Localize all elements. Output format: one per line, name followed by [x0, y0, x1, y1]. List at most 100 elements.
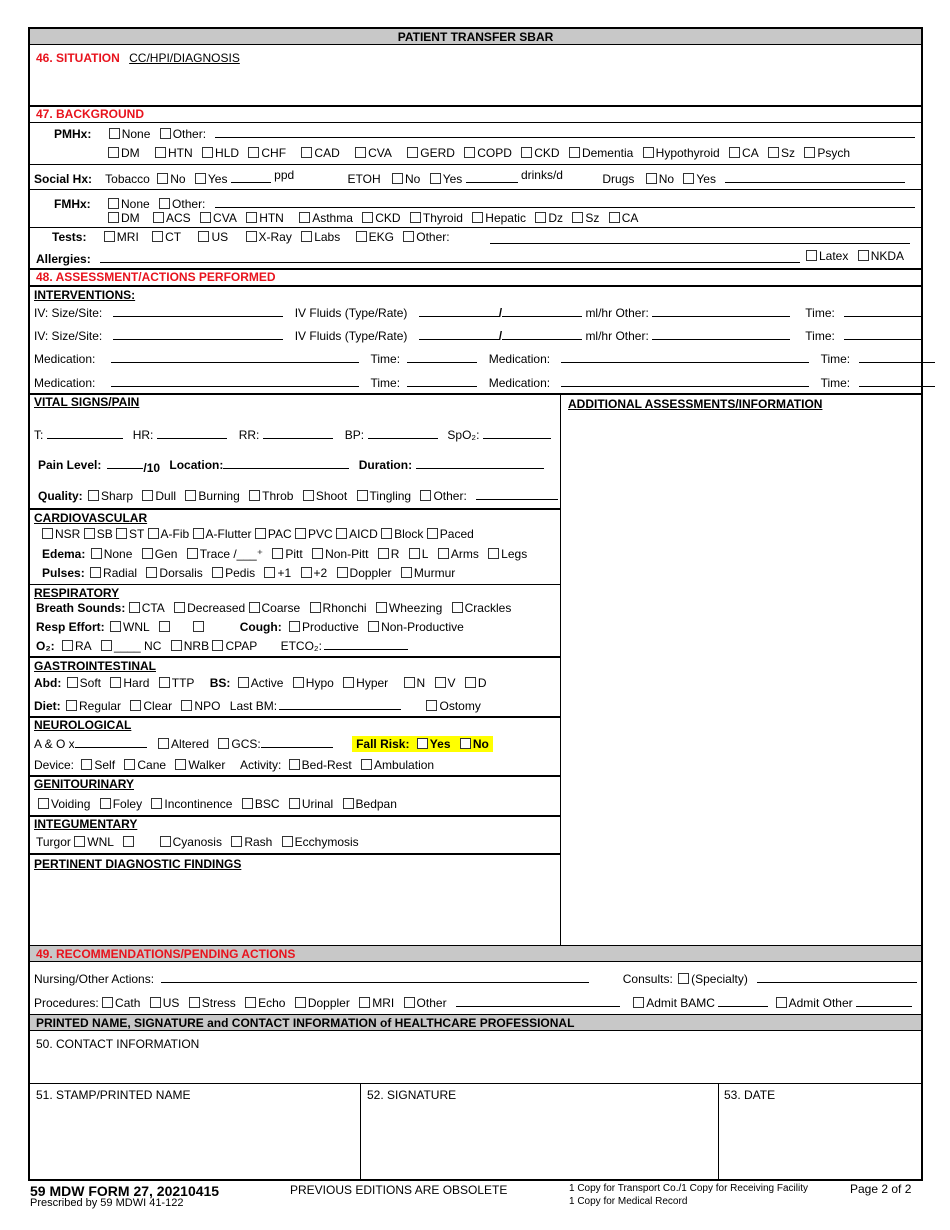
quality-other[interactable]: Other:: [420, 489, 467, 503]
integ-cyanosis[interactable]: Cyanosis: [159, 835, 222, 849]
checkbox[interactable]: [81, 759, 93, 770]
etoh-input[interactable]: [465, 171, 518, 183]
checkbox[interactable]: [200, 212, 212, 223]
breath-wheezing[interactable]: Wheezing: [375, 601, 442, 615]
tests-labs[interactable]: Labs: [301, 230, 340, 244]
checkbox[interactable]: [159, 836, 171, 847]
rhythm-st[interactable]: ST: [116, 527, 144, 541]
fmhx-sz[interactable]: Sz: [572, 211, 599, 225]
iv-time-input[interactable]: [844, 328, 923, 340]
bp-input[interactable]: [368, 427, 439, 439]
edema-arms[interactable]: Arms: [437, 547, 479, 561]
proc-mri[interactable]: MRI: [359, 996, 394, 1010]
checkbox[interactable]: [151, 798, 163, 809]
checkbox[interactable]: [608, 212, 620, 223]
checkbox[interactable]: [264, 567, 276, 578]
checkbox[interactable]: [368, 621, 380, 632]
checkbox[interactable]: [42, 528, 53, 539]
fall-risk-no[interactable]: No: [459, 737, 489, 751]
checkbox[interactable]: [153, 212, 165, 223]
tests-other-input[interactable]: [490, 243, 910, 244]
stamp-input[interactable]: [34, 1105, 354, 1177]
admit-other[interactable]: Admit Other: [775, 996, 853, 1010]
checkbox[interactable]: [459, 738, 471, 749]
checkbox[interactable]: [212, 567, 224, 578]
checkbox[interactable]: [409, 212, 421, 223]
tests-mri[interactable]: MRI: [103, 230, 139, 244]
o2-nrb[interactable]: NRB: [170, 639, 209, 653]
neuro-gcs[interactable]: GCS:: [218, 737, 261, 751]
checkbox[interactable]: [804, 147, 816, 158]
situation-input[interactable]: [36, 69, 916, 103]
rhythm-paced[interactable]: Paced: [426, 527, 474, 541]
gu-voiding[interactable]: Voiding: [38, 797, 90, 811]
quality-other-input[interactable]: [476, 488, 559, 500]
checkbox[interactable]: [185, 490, 197, 501]
allergies-input[interactable]: [100, 251, 801, 263]
hr-input[interactable]: [157, 427, 228, 439]
checkbox[interactable]: [66, 700, 78, 711]
device-walker[interactable]: Walker: [175, 758, 225, 772]
checkbox[interactable]: [288, 759, 300, 770]
checkbox[interactable]: [245, 997, 257, 1008]
checkbox[interactable]: [403, 231, 415, 242]
pulse-dorsalis[interactable]: Dorsalis: [146, 566, 203, 580]
pulse-doppler[interactable]: Doppler: [336, 566, 392, 580]
temp-input[interactable]: [47, 427, 124, 439]
nursing-actions-input[interactable]: [161, 971, 590, 983]
checkbox[interactable]: [254, 528, 266, 539]
medication-input[interactable]: [561, 351, 810, 363]
checkbox[interactable]: [101, 640, 113, 651]
checkbox[interactable]: [356, 490, 368, 501]
checkbox[interactable]: [294, 997, 306, 1008]
fmhx-cva[interactable]: CVA: [200, 211, 237, 225]
checkbox[interactable]: [90, 567, 102, 578]
checkbox[interactable]: [170, 640, 182, 651]
checkbox[interactable]: [248, 147, 260, 158]
checkbox[interactable]: [146, 567, 158, 578]
gi-n[interactable]: N: [403, 676, 425, 690]
checkbox[interactable]: [775, 997, 787, 1008]
etco2-input[interactable]: [323, 638, 408, 650]
o2-nc[interactable]: ____ NC: [101, 639, 161, 653]
checkbox[interactable]: [355, 231, 367, 242]
checkbox[interactable]: [472, 212, 484, 223]
iv-fluid-rate-input[interactable]: [502, 328, 583, 340]
checkbox[interactable]: [377, 548, 389, 559]
fmhx-asthma[interactable]: Asthma: [299, 211, 353, 225]
pmhx-htn[interactable]: HTN: [155, 146, 193, 160]
checkbox[interactable]: [194, 173, 206, 184]
checkbox[interactable]: [147, 528, 159, 539]
checkbox[interactable]: [108, 128, 120, 139]
med-time-input[interactable]: [407, 375, 478, 387]
rhythm-sb[interactable]: SB: [83, 527, 113, 541]
diet-npo[interactable]: NPO: [181, 699, 220, 713]
checkbox[interactable]: [426, 700, 438, 711]
checkbox[interactable]: [62, 640, 74, 651]
fmhx-dm[interactable]: DM: [108, 211, 140, 225]
checkbox[interactable]: [110, 621, 122, 632]
pmhx-dementia[interactable]: Dementia: [568, 146, 633, 160]
checkbox[interactable]: [116, 528, 128, 539]
checkbox[interactable]: [301, 147, 313, 158]
consults-input[interactable]: [757, 971, 918, 983]
checkbox[interactable]: [464, 147, 476, 158]
checkbox[interactable]: [312, 548, 324, 559]
proc-us[interactable]: US: [149, 996, 179, 1010]
checkbox[interactable]: [343, 677, 355, 688]
checkbox[interactable]: [237, 677, 249, 688]
medication-input[interactable]: [111, 375, 360, 387]
cough-productive[interactable]: Productive: [289, 620, 359, 634]
pain-duration-input[interactable]: [416, 457, 545, 469]
edema-gen[interactable]: Gen: [141, 547, 177, 561]
fmhx-other-input[interactable]: [214, 196, 915, 208]
checkbox[interactable]: [192, 528, 204, 539]
abd-hard[interactable]: Hard: [110, 676, 149, 690]
fmhx-none[interactable]: None: [108, 197, 150, 211]
checkbox[interactable]: [245, 231, 257, 242]
iv-site-input[interactable]: [113, 328, 284, 340]
checkbox[interactable]: [678, 973, 690, 984]
rhythm-pvc[interactable]: PVC: [295, 527, 333, 541]
medication-input[interactable]: [561, 375, 810, 387]
pmhx-gerd[interactable]: GERD: [407, 146, 455, 160]
